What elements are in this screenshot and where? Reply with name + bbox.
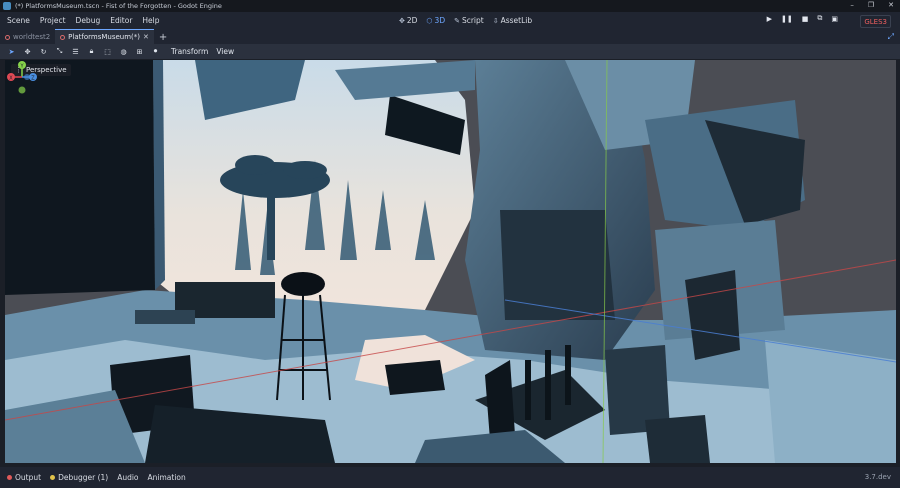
animation-panel-button[interactable]: Animation <box>148 473 186 482</box>
window-title-bar: (*) PlatformsMuseum.tscn - Fist of the F… <box>0 0 900 12</box>
group-icon[interactable]: ⬚ <box>103 47 112 56</box>
workspace-2d-label: 2D <box>406 16 418 25</box>
snap-icon[interactable]: ⊞ <box>135 47 144 56</box>
audio-panel-button[interactable]: Audio <box>117 473 138 482</box>
menu-bar: Scene Project Debug Editor Help ✥ 2D ⬡ 3… <box>0 12 900 29</box>
scale-icon[interactable]: ⤡ <box>55 47 64 56</box>
lock-icon[interactable]: 🔒︎ <box>87 47 96 56</box>
scene-tab-bar: worldtest2 PlatformsMuseum(*) ✕ + ⤢ <box>0 29 900 44</box>
maximize-icon[interactable]: ❐ <box>868 1 874 9</box>
assetlib-icon: ⇩ <box>492 16 499 25</box>
camera-icon[interactable]: ⏺ <box>151 47 160 56</box>
engine-version: 3.7.dev <box>864 473 891 481</box>
2d-icon: ✥ <box>399 16 405 25</box>
3d-viewport[interactable]: ⋮ Perspective Y X Z <box>5 60 896 463</box>
workspace-3d-label: 3D <box>434 16 446 25</box>
gizmo-z-label: Z <box>31 76 35 82</box>
playback-controls: ▶ ❚❚ ■ ⧉ ▣ <box>767 14 838 23</box>
transform-menu[interactable]: Transform <box>171 47 208 56</box>
output-panel-button[interactable]: Output <box>7 473 41 482</box>
workspace-script-button[interactable]: ✎ Script <box>454 16 484 25</box>
gizmo-neg-z-axis <box>24 74 30 80</box>
scene-tab-label: PlatformsMuseum(*) <box>68 33 140 41</box>
play-scene-icon[interactable]: ⧉ <box>817 14 822 23</box>
window-controls: – ❐ ✕ <box>850 1 894 9</box>
close-tab-icon[interactable]: ✕ <box>143 33 149 41</box>
orientation-gizmo[interactable]: Y X Z <box>5 60 39 96</box>
debugger-label: Debugger (1) <box>58 473 109 482</box>
scene-icon <box>5 34 10 40</box>
workspace-assetlib-button[interactable]: ⇩ AssetLib <box>493 16 532 25</box>
scene-tab[interactable]: worldtest2 <box>0 30 55 44</box>
window-title: (*) PlatformsMuseum.tscn - Fist of the F… <box>15 2 222 10</box>
audio-label: Audio <box>117 473 139 482</box>
play-custom-icon[interactable]: ▣ <box>831 15 838 23</box>
workspace-2d-button[interactable]: ✥ 2D <box>399 16 417 25</box>
status-dot-icon <box>50 475 56 480</box>
move-icon[interactable]: ✥ <box>23 47 32 56</box>
viewport-toolbar: ➤ ✥ ↻ ⤡ ☰ 🔒︎ ⬚ ◍ ⊞ ⏺ Transform View <box>0 44 900 59</box>
close-icon[interactable]: ✕ <box>888 1 894 9</box>
menu-project[interactable]: Project <box>35 16 71 25</box>
add-tab-icon[interactable]: + <box>154 32 172 44</box>
workspace-assetlib-label: AssetLib <box>500 16 533 25</box>
menu-help[interactable]: Help <box>137 16 164 25</box>
menu-scene[interactable]: Scene <box>0 16 35 25</box>
scene-tab-active[interactable]: PlatformsMuseum(*) ✕ <box>55 29 154 44</box>
animation-label: Animation <box>147 473 186 482</box>
script-icon: ✎ <box>454 16 460 25</box>
menu-debug[interactable]: Debug <box>71 16 106 25</box>
renderer-selector[interactable]: GLES3 <box>860 15 891 28</box>
minimize-icon[interactable]: – <box>850 1 854 9</box>
view-menu[interactable]: View <box>216 47 234 56</box>
stop-icon[interactable]: ■ <box>802 15 809 23</box>
gizmo-x-label: X <box>9 76 13 82</box>
workspace-3d-button[interactable]: ⬡ 3D <box>426 16 445 25</box>
debugger-panel-button[interactable]: Debugger (1) <box>50 473 108 482</box>
scene-icon <box>60 34 66 40</box>
scene-tab-label: worldtest2 <box>13 33 51 41</box>
play-icon[interactable]: ▶ <box>767 15 772 23</box>
gizmo-neg-y-axis <box>18 86 26 94</box>
menu-editor[interactable]: Editor <box>105 16 137 25</box>
distraction-free-icon[interactable]: ⤢ <box>888 32 894 42</box>
select-icon[interactable]: ➤ <box>7 47 16 56</box>
local-space-icon[interactable]: ◍ <box>119 47 128 56</box>
bottom-panel-bar: Output Debugger (1) Audio Animation 3.7.… <box>0 467 900 488</box>
workspace-script-label: Script <box>461 16 484 25</box>
godot-logo-icon <box>3 2 11 10</box>
rotate-icon[interactable]: ↻ <box>39 47 48 56</box>
pause-icon[interactable]: ❚❚ <box>781 15 793 23</box>
scene-render <box>5 60 896 463</box>
workspace-switcher: ✥ 2D ⬡ 3D ✎ Script ⇩ AssetLib <box>399 12 532 29</box>
3d-icon: ⬡ <box>426 16 433 25</box>
output-label: Output <box>15 473 42 482</box>
list-icon[interactable]: ☰ <box>71 47 80 56</box>
status-dot-icon <box>7 475 12 480</box>
